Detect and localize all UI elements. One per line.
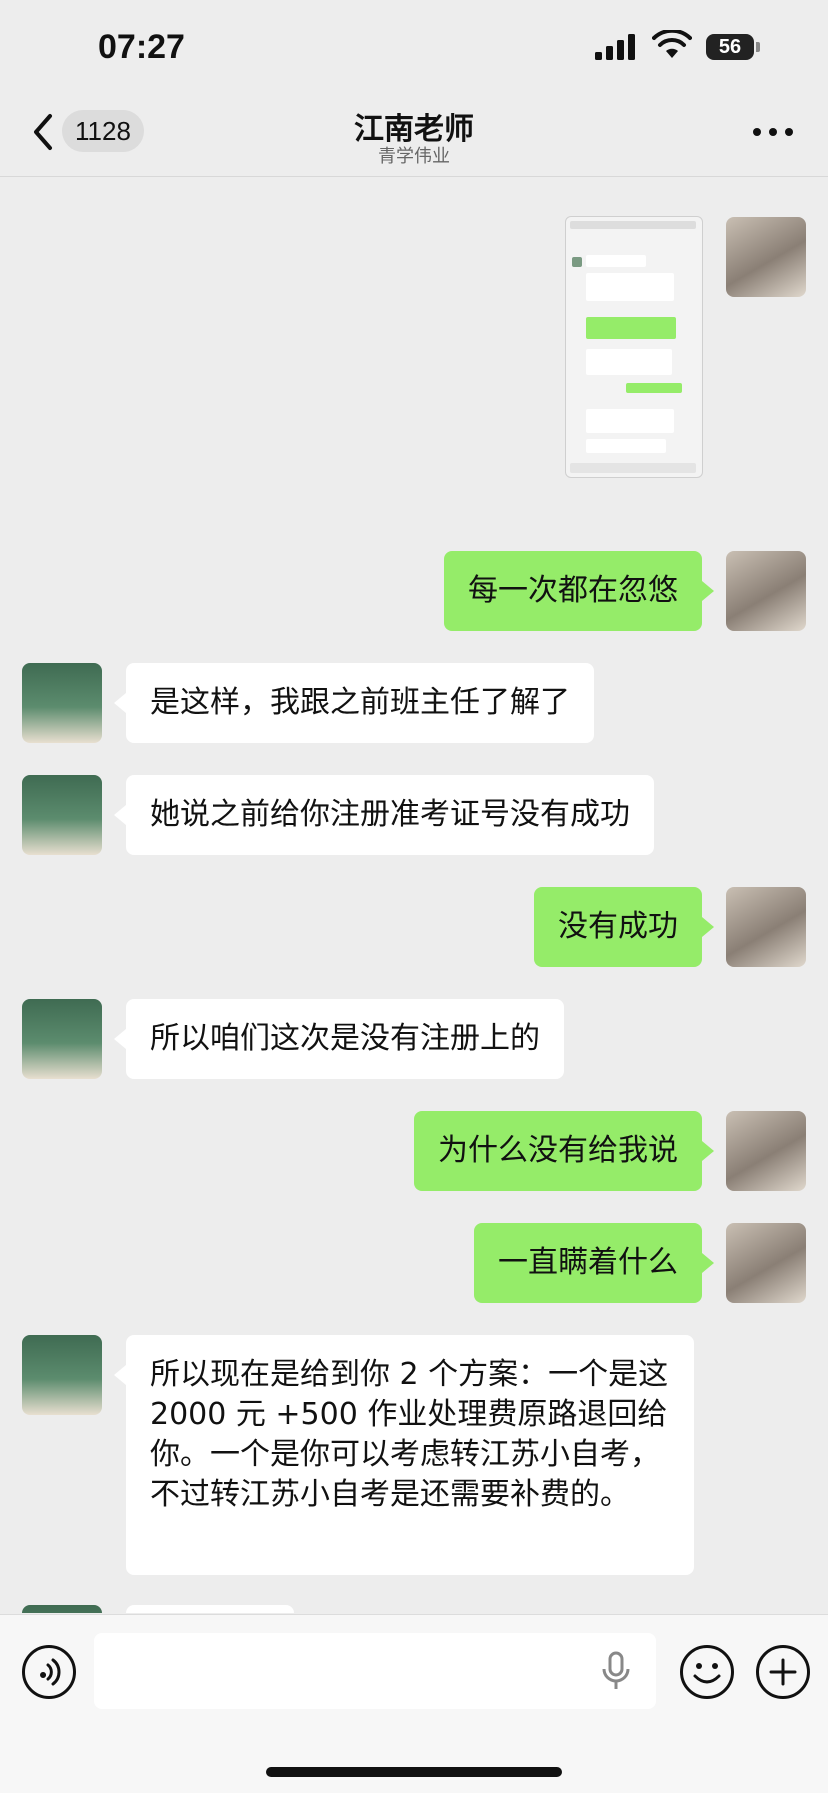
message-bubble[interactable]: 一直瞒着什么 xyxy=(474,1223,702,1303)
message-bubble[interactable]: 所以咱们这次是没有注册上的 xyxy=(126,999,564,1079)
avatar[interactable] xyxy=(22,1335,102,1415)
bubble-tail xyxy=(702,1141,714,1161)
bubble-tail xyxy=(114,1029,126,1049)
message-bubble[interactable]: 她说之前给你注册准考证号没有成功 xyxy=(126,775,654,855)
signal-icon xyxy=(595,34,635,60)
bubble-tail xyxy=(702,581,714,601)
image-message[interactable] xyxy=(565,216,703,478)
avatar[interactable] xyxy=(22,663,102,743)
avatar[interactable] xyxy=(22,775,102,855)
input-bar xyxy=(0,1614,828,1793)
message-list[interactable]: 每一次都在忽悠 是这样，我跟之前班主任了解了 她说之前给你注册准考证号没有成功 … xyxy=(0,177,828,1613)
status-time: 07:27 xyxy=(98,28,185,66)
voice-icon[interactable] xyxy=(22,1645,76,1699)
chat-subtitle: 青学伟业 xyxy=(378,146,450,167)
message-bubble[interactable]: 所以现在是给到你 2 个方案：一个是这 2000 元 +500 作业处理费原路退… xyxy=(126,1335,694,1575)
wifi-icon xyxy=(652,30,692,58)
avatar[interactable] xyxy=(726,1223,806,1303)
avatar[interactable] xyxy=(726,551,806,631)
message-bubble[interactable]: 为什么没有给我说 xyxy=(414,1111,702,1191)
message-bubble[interactable]: 没有成功 xyxy=(534,887,702,967)
message-input[interactable] xyxy=(94,1633,656,1709)
battery-level: 56 xyxy=(706,34,754,60)
home-indicator[interactable] xyxy=(266,1767,562,1777)
plus-icon[interactable] xyxy=(756,1645,810,1699)
avatar[interactable] xyxy=(726,887,806,967)
avatar[interactable] xyxy=(726,217,806,297)
bubble-tail xyxy=(114,805,126,825)
more-icon[interactable] xyxy=(750,120,796,144)
avatar[interactable] xyxy=(726,1111,806,1191)
bubble-tail xyxy=(114,1365,126,1385)
bubble-tail xyxy=(702,917,714,937)
bubble-tail xyxy=(114,693,126,713)
avatar[interactable] xyxy=(22,1605,102,1613)
microphone-icon[interactable] xyxy=(596,1651,636,1691)
status-bar: 07:27 56 xyxy=(0,0,828,96)
avatar[interactable] xyxy=(22,999,102,1079)
message-bubble[interactable]: 每一次都在忽悠 xyxy=(444,551,702,631)
message-bubble[interactable] xyxy=(126,1605,294,1613)
message-bubble[interactable]: 是这样，我跟之前班主任了解了 xyxy=(126,663,594,743)
battery-cap xyxy=(756,42,760,52)
bubble-tail xyxy=(702,1253,714,1273)
emoji-icon[interactable] xyxy=(680,1645,734,1699)
chat-header: 1128 江南老师 青学伟业 xyxy=(0,96,828,177)
